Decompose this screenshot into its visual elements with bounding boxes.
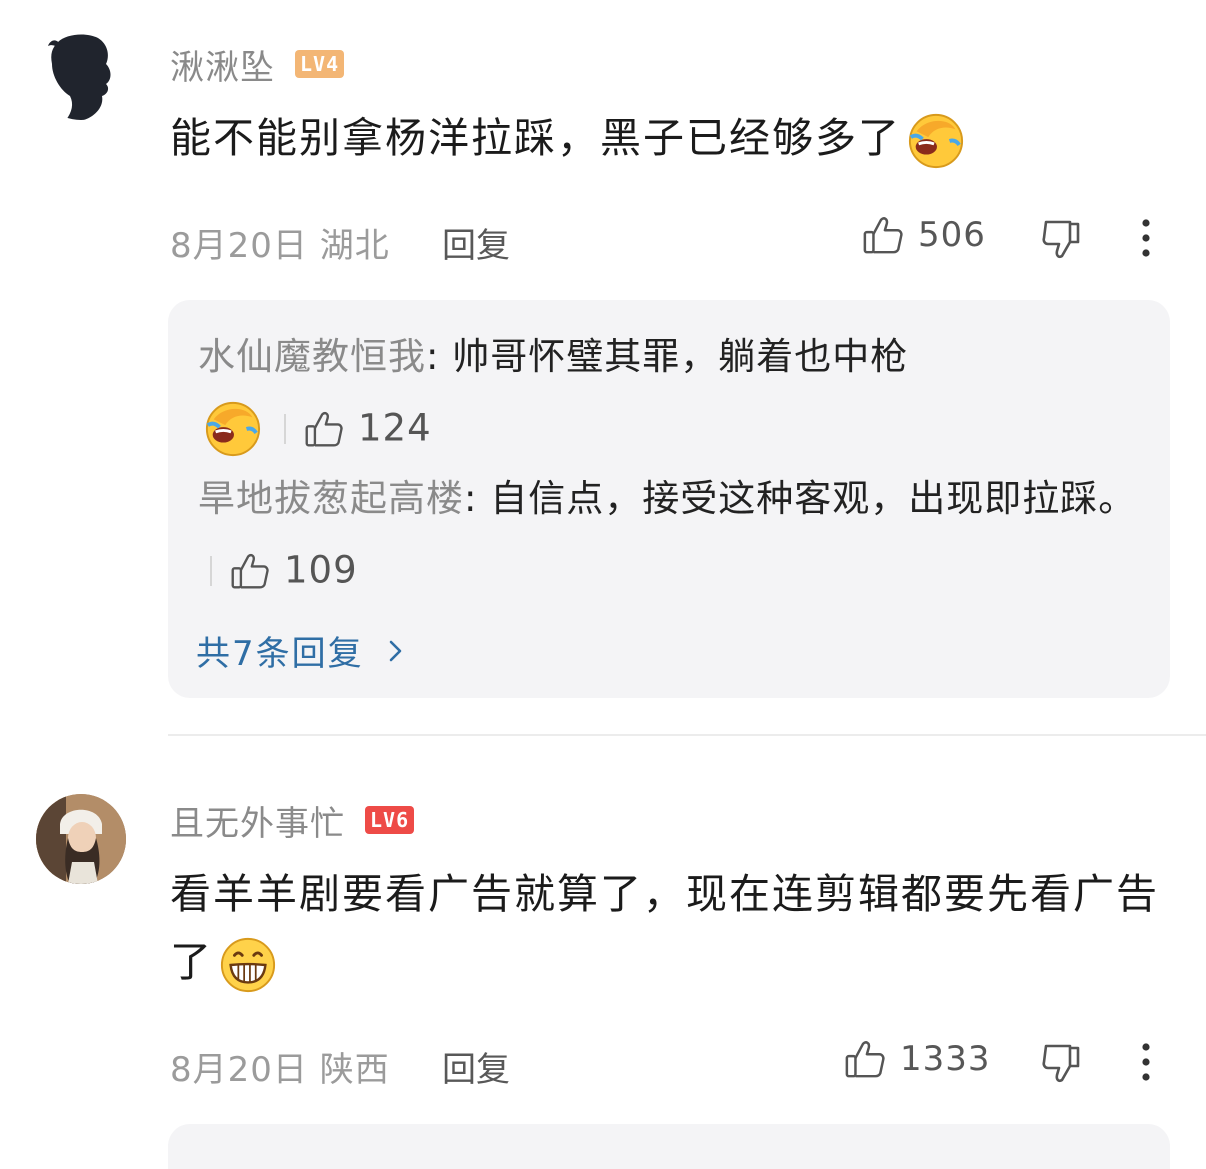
sub-reply-colon: : [464, 477, 491, 520]
sub-reply-text: 自信点，接受这种客观，出现即拉踩。 [490, 477, 1137, 520]
comment-text: 能不能别拿杨洋拉踩，黑子已经够多了 [170, 104, 1160, 172]
username[interactable]: 湫湫坠 [170, 40, 275, 89]
like-button[interactable]: 1333 [844, 1038, 991, 1080]
comment-item: 且无外事忙 LV6 看羊羊剧要看广告就算了，现在连剪辑都要先看广告了 8月20日… [0, 760, 1206, 1169]
grinning-emoji-icon [220, 937, 276, 993]
comment-meta: 8月20日 湖北 回复 506 [170, 208, 1160, 268]
level-badge: LV4 [295, 50, 345, 78]
separator [284, 413, 286, 444]
separator [210, 555, 212, 586]
more-vertical-icon[interactable] [1140, 218, 1152, 258]
sub-reply-colon: : [426, 335, 453, 378]
date-location: 8月20日 湖北 [170, 226, 390, 266]
avatar[interactable] [36, 30, 126, 120]
comment-text: 看羊羊剧要看广告就算了，现在连剪辑都要先看广告了 [170, 860, 1160, 996]
comment-meta: 8月20日 陕西 回复 1333 [170, 1032, 1160, 1092]
reply-preview-box [168, 1124, 1170, 1169]
reply-button[interactable]: 回复 [442, 1042, 510, 1091]
sub-reply-text: 帅哥怀璧其罪，躺着也中枪 [452, 335, 909, 378]
like-count: 506 [918, 215, 986, 255]
thumb-up-icon [863, 217, 903, 254]
sub-reply-username[interactable]: 水仙魔教恒我 [198, 335, 426, 378]
sub-reply-username[interactable]: 旱地拔葱起高楼 [198, 477, 464, 520]
thumb-up-icon[interactable] [304, 409, 344, 449]
comment-divider [168, 734, 1206, 736]
like-count: 1333 [900, 1039, 991, 1079]
laughing-crying-emoji-icon [908, 113, 964, 169]
thumb-up-icon [845, 1041, 885, 1078]
avatar[interactable] [36, 794, 126, 884]
view-all-replies-link[interactable]: 共7条回复 [196, 626, 406, 675]
comment-item: 湫湫坠 LV4 能不能别拿杨洋拉踩，黑子已经够多了 8月20日 湖北 回复 50… [0, 0, 1206, 735]
reply-button[interactable]: 回复 [442, 218, 510, 267]
comment-body: 能不能别拿杨洋拉踩，黑子已经够多了 [170, 114, 901, 162]
date-location: 8月20日 陕西 [170, 1050, 390, 1090]
level-badge: LV6 [365, 806, 415, 834]
thumb-up-icon[interactable] [230, 551, 270, 591]
more-vertical-icon[interactable] [1140, 1042, 1152, 1082]
sub-reply: 旱地拔葱起高楼: 自信点，接受这种客观，出现即拉踩。 109 [198, 464, 1148, 606]
username[interactable]: 且无外事忙 [170, 796, 345, 845]
chevron-right-icon [389, 640, 401, 661]
view-all-label: 共7条回复 [196, 634, 364, 674]
user-row: 且无外事忙 LV6 [170, 796, 415, 845]
reply-preview-box: 水仙魔教恒我: 帅哥怀璧其罪，躺着也中枪 124 旱地拔葱起高楼: 自信点，接受… [168, 300, 1170, 698]
sub-reply-like-count: 124 [358, 406, 432, 450]
laughing-crying-emoji-icon [205, 401, 261, 456]
like-button[interactable]: 506 [862, 214, 986, 256]
thumb-down-icon[interactable] [1040, 216, 1084, 260]
sub-reply-like-count: 109 [284, 548, 358, 592]
comment-body: 看羊羊剧要看广告就算了，现在连剪辑都要先看广告了 [170, 870, 1159, 986]
user-row: 湫湫坠 LV4 [170, 40, 345, 89]
thumb-down-icon[interactable] [1040, 1040, 1084, 1084]
sub-reply: 水仙魔教恒我: 帅哥怀璧其罪，躺着也中枪 124 [198, 322, 1148, 464]
